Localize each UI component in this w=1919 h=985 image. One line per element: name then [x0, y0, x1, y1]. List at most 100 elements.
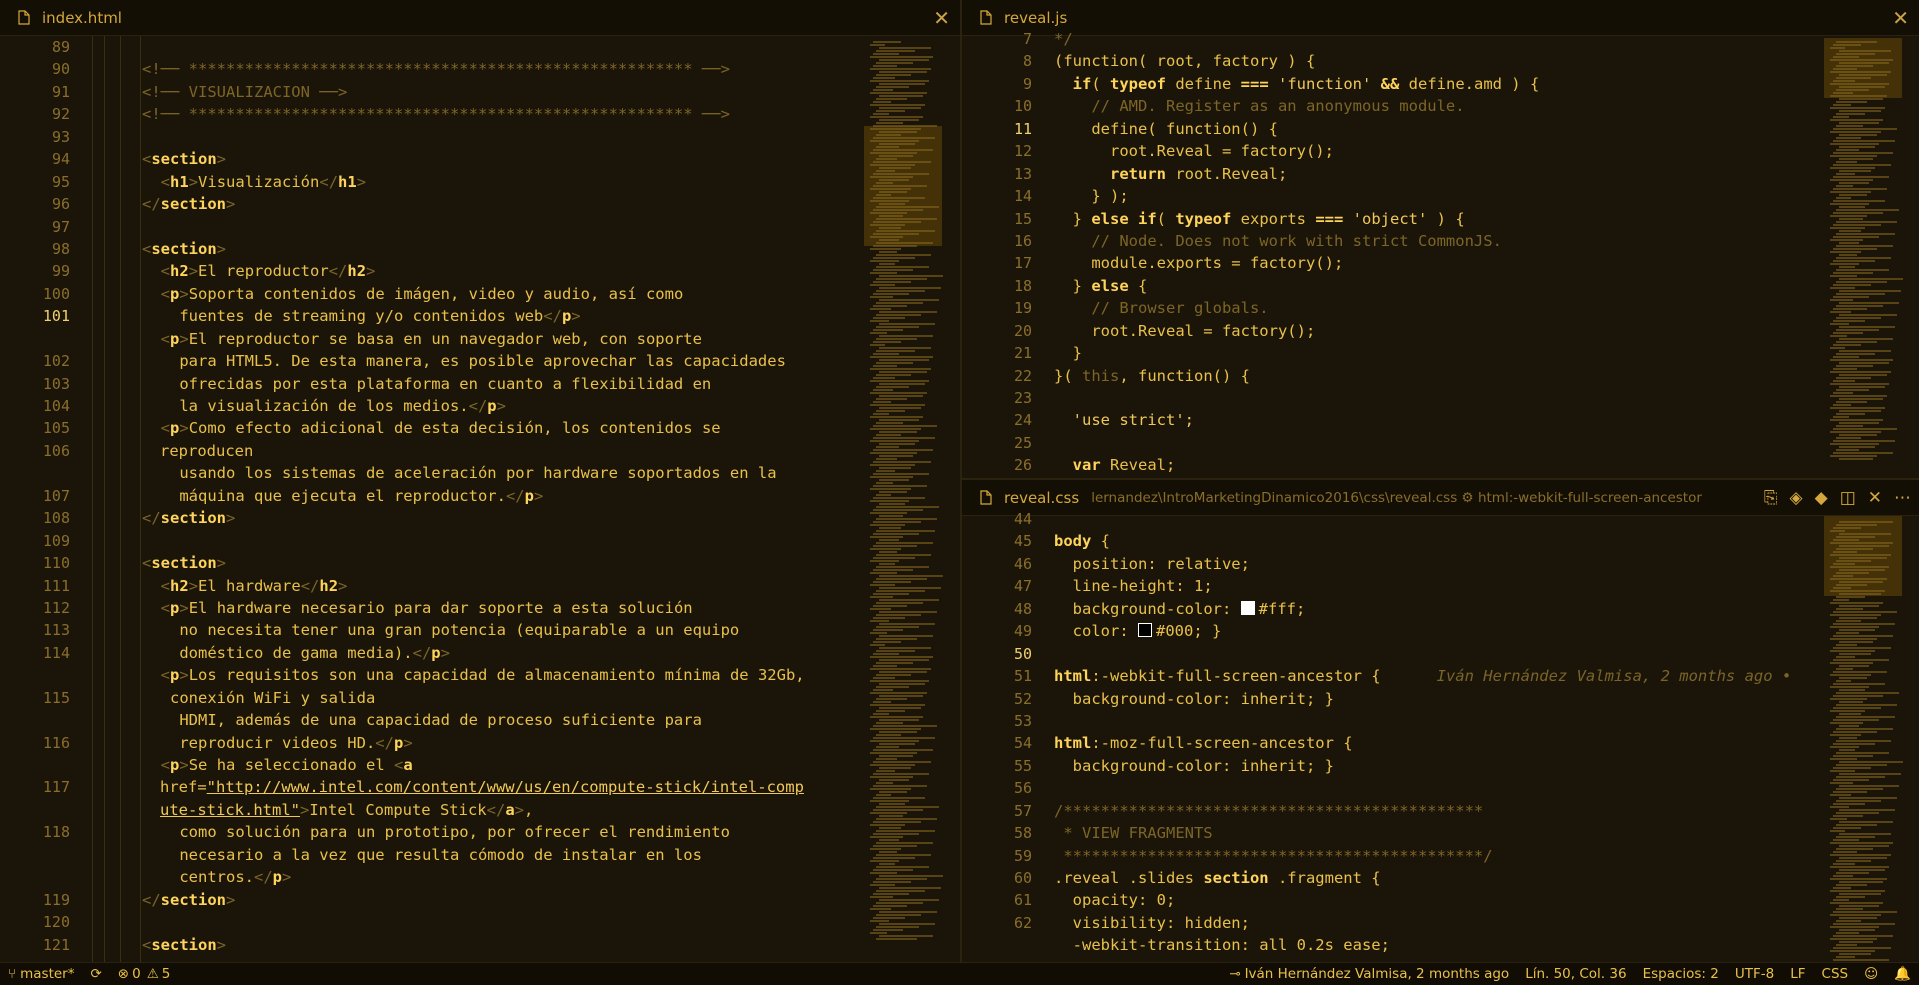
minimap-line: [879, 803, 905, 805]
close-icon[interactable]: ✕: [1892, 6, 1909, 30]
link[interactable]: ute-stick.html": [160, 801, 300, 819]
breadcrumb[interactable]: lernandez\IntroMarketingDinamico2016\css…: [1091, 490, 1702, 506]
minimap-line: [876, 422, 903, 424]
minimap-line: [876, 254, 931, 256]
minimap-line: [1836, 824, 1877, 826]
minimap-line: [1830, 263, 1859, 265]
minimap-line: [870, 272, 897, 274]
minimap-line: [876, 794, 891, 796]
problems-indicator[interactable]: ⊗ 0 ⚠ 5: [110, 966, 179, 982]
minimap-line: [876, 758, 897, 760]
open-changes-icon[interactable]: ⎘: [1764, 488, 1778, 508]
minimap-line: [1836, 908, 1863, 910]
minimap-line: [1839, 629, 1875, 631]
minimap-line: [870, 644, 885, 646]
git-compare-icon[interactable]: ◆: [1815, 488, 1828, 508]
color-swatch[interactable]: [1240, 600, 1255, 615]
minimap-line: [1839, 521, 1893, 523]
minimap-line: [873, 749, 933, 751]
color-swatch[interactable]: [1138, 623, 1152, 638]
minimap-line: [1839, 761, 1903, 763]
blame-indicator[interactable]: ⊸ Iván Hernández Valmisa, 2 months ago: [1221, 966, 1517, 982]
minimap-line: [1836, 884, 1867, 886]
minimap-line: [870, 524, 905, 526]
minimap-line: [876, 446, 899, 448]
minimap-line: [1833, 392, 1853, 394]
minimap-line: [1836, 848, 1873, 850]
minimap-line: [1839, 581, 1883, 583]
minimap-line: [879, 791, 907, 793]
minimap[interactable]: [864, 36, 943, 962]
minimap-line: [1833, 152, 1893, 154]
minimap-line: [1839, 821, 1893, 823]
minimap-line: [1830, 770, 1855, 772]
right-top-editor-pane: reveal.js ✕ 7 8 9 10 11 12 13 14 15 16 17 18 19 20 21 2…: [962, 0, 1919, 478]
code-area[interactable]: <!── ***********************************…: [142, 36, 862, 956]
minimap-line: [1830, 347, 1845, 349]
minimap-line: [873, 797, 925, 799]
tab-index-html[interactable]: index.html: [0, 0, 134, 35]
previous-change-icon[interactable]: ◈: [1790, 488, 1803, 508]
notifications-icon[interactable]: 🔔: [1886, 966, 1919, 982]
encoding[interactable]: UTF-8: [1727, 966, 1782, 982]
minimap-line: [879, 743, 915, 745]
minimap-line: [1836, 401, 1867, 403]
minimap-line: [1830, 191, 1871, 193]
line-number: [0, 754, 70, 776]
minimap-line: [879, 47, 931, 49]
minimap-line: [1839, 434, 1877, 436]
sync-button[interactable]: ⟳: [82, 966, 109, 982]
minimap-line: [876, 302, 923, 304]
minimap-line: [1830, 566, 1889, 568]
minimap-line: [870, 704, 925, 706]
line-number: 46: [1013, 554, 1032, 573]
minimap-line: [1839, 713, 1861, 715]
minimap-line: [1833, 44, 1861, 46]
line-number: 120: [42, 913, 70, 932]
minimap-line: [1830, 806, 1849, 808]
code-area[interactable]: body { position: relative; line-height: …: [1054, 508, 1791, 957]
minimap[interactable]: [1824, 516, 1903, 962]
minimap-line: [873, 413, 889, 415]
minimap-line: [876, 530, 935, 532]
minimap-line: [876, 482, 893, 484]
language-mode[interactable]: CSS: [1814, 966, 1857, 982]
minimap-line: [1836, 812, 1879, 814]
feedback-icon[interactable]: ☺: [1856, 966, 1886, 982]
minimap-line: [876, 782, 893, 784]
link[interactable]: "http://www.intel.com/content/www/us/en/…: [207, 778, 804, 796]
minimap-line: [873, 101, 891, 103]
minimap-line: [1839, 677, 1867, 679]
minimap-line: [870, 224, 905, 226]
minimap-line: [876, 734, 901, 736]
line-number: 51: [1013, 667, 1032, 686]
indentation[interactable]: Espacios: 2: [1635, 966, 1727, 982]
minimap-line: [1836, 137, 1861, 139]
minimap-line: [873, 161, 931, 163]
minimap-line: [1836, 269, 1889, 271]
minimap-line: [873, 473, 929, 475]
cursor-position[interactable]: Lín. 50, Col. 36: [1517, 966, 1634, 982]
minimap-line: [879, 143, 915, 145]
split-editor-icon[interactable]: ◫: [1840, 488, 1856, 508]
minimap-line: [870, 308, 891, 310]
eol[interactable]: LF: [1782, 966, 1813, 982]
minimap-line: [1839, 593, 1881, 595]
minimap-line: [1839, 929, 1875, 931]
code-area[interactable]: */ (function( root, factory ) { if( type…: [1054, 28, 1774, 477]
minimap-line: [876, 434, 901, 436]
minimap[interactable]: [1824, 36, 1903, 478]
tab-label: reveal.js: [1004, 8, 1068, 27]
minimap-line: [876, 458, 897, 460]
minimap-line: [1836, 800, 1881, 802]
more-icon[interactable]: ⋯: [1894, 488, 1911, 508]
close-icon[interactable]: ✕: [1868, 488, 1882, 508]
minimap-line: [1836, 656, 1855, 658]
line-number: 54: [1013, 734, 1032, 753]
branch-indicator[interactable]: ⑂ master*: [0, 966, 82, 982]
minimap-line: [1836, 932, 1859, 934]
minimap-line: [873, 329, 903, 331]
close-icon[interactable]: ✕: [933, 6, 950, 30]
minimap-line: [870, 464, 915, 466]
minimap-line: [1839, 170, 1871, 172]
